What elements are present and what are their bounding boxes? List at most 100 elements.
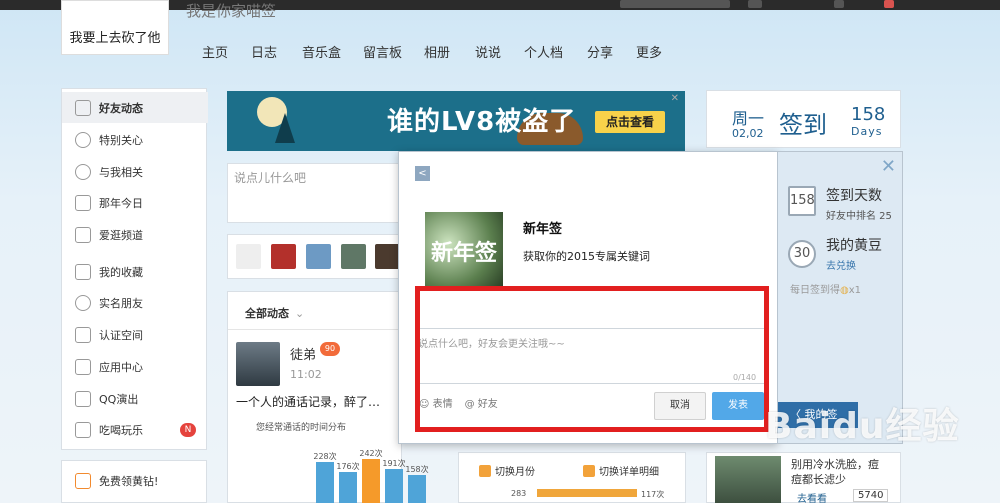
back-icon[interactable]: < (415, 166, 430, 181)
sign-thumbnail: 新年签 (425, 212, 503, 290)
checkin-days: 158 (851, 104, 886, 125)
sidebar-item-related[interactable]: 与我相关 (62, 156, 208, 187)
weekday: 周一 (732, 109, 765, 128)
go-look-link[interactable]: 去看看 (797, 490, 827, 503)
date: 02,02 (732, 127, 764, 140)
feed-text: 一个人的通话记录，醉了… (236, 395, 381, 409)
chevron-down-icon: ⌄ (295, 307, 305, 320)
beans-icon: 30 (788, 240, 816, 268)
profile-nickname: 我是你家喵签 (186, 2, 277, 20)
camera-icon (75, 226, 91, 243)
left-promo: 免费领黄钻! (61, 460, 207, 503)
food-icon (75, 421, 91, 438)
friend-avatar[interactable] (341, 244, 366, 269)
sidebar-item-channel[interactable]: 爱逛频道 (62, 219, 208, 250)
avatar-caption: 我要上去砍了他 (69, 31, 161, 46)
friend-avatar[interactable] (271, 244, 296, 269)
toolbar-search[interactable] (620, 0, 730, 8)
call-time-chart: 228次 176次 242次 191次 158次 (313, 442, 436, 503)
feed-username[interactable]: 徒弟 (290, 344, 316, 363)
heart-icon (75, 131, 91, 148)
days-label: Days (851, 125, 883, 138)
nav-shuoshuo[interactable]: 说说 (475, 42, 501, 61)
toolbar-icon[interactable] (748, 0, 762, 8)
chart-bar (362, 459, 380, 503)
close-icon[interactable]: ✕ (881, 156, 896, 177)
nav-profile[interactable]: 个人档 (524, 42, 563, 61)
friend-avatar[interactable] (375, 244, 400, 269)
switch-detail-button[interactable]: 切换详单明细 (583, 463, 659, 478)
feed-panel: 全部动态 ⌄ 徒弟 90 11:02 一个人的通话记录，醉了… 您经常通话的时间分… (227, 291, 429, 503)
banner-text: 谁的LV8被盗了 (387, 107, 577, 137)
checkin-card[interactable]: 周一 02,02 签到 158 Days (706, 90, 901, 148)
star-icon (75, 263, 91, 280)
bean-icon: ◍ (840, 285, 849, 296)
chart-bar (339, 472, 357, 503)
vip-badge: 90 (320, 342, 340, 356)
diamond-icon (75, 472, 91, 489)
tree-graphic (275, 113, 295, 143)
friends-icon (75, 99, 91, 116)
ticket-icon (75, 390, 91, 407)
chart-value-label: 176次 (336, 462, 360, 471)
friends-avatar-row (227, 234, 402, 279)
friend-avatar[interactable] (236, 244, 261, 269)
calendar-icon: 158 (788, 186, 816, 216)
sidebar-item-special-care[interactable]: 特别关心 (62, 124, 208, 155)
redeem-link[interactable]: 去兑换 (826, 257, 856, 272)
friend-avatar[interactable] (306, 244, 331, 269)
at-icon (75, 163, 91, 180)
switch-icon (583, 464, 595, 477)
chart-bar (316, 462, 334, 503)
nav-more[interactable]: 更多 (636, 42, 662, 61)
nav-guestbook[interactable]: 留言板 (363, 42, 402, 61)
dialog-title: 新年签 (523, 222, 563, 237)
sidebar-item-realname-friends[interactable]: 实名朋友 (62, 287, 208, 318)
chart-value-label: 158次 (405, 465, 429, 474)
nav-home[interactable]: 主页 (202, 42, 228, 61)
beans-title: 我的黄豆 (826, 238, 882, 254)
feed-header[interactable]: 全部动态 ⌄ (228, 292, 401, 330)
toolbar-icon[interactable] (834, 0, 844, 8)
sidebar-item-favorites[interactable]: 我的收藏 (62, 256, 208, 287)
nav-album[interactable]: 相册 (424, 42, 450, 61)
switch-icon (479, 464, 491, 477)
apps-icon (75, 358, 91, 375)
sidebar-item-qq-show[interactable]: QQ演出 (62, 383, 208, 414)
sidebar-item-this-day[interactable]: 那年今日 (62, 187, 208, 218)
sidebar-item-free-diamond[interactable]: 免费领黄钻! (62, 465, 208, 496)
sidebar-item-apps[interactable]: 应用中心 (62, 351, 208, 382)
profile-avatar[interactable]: 我要上去砍了他 (61, 0, 169, 55)
highlight-box (415, 286, 769, 432)
count-left: 283 (511, 489, 527, 498)
toolbar-notify-icon[interactable] (884, 0, 894, 8)
checkin-rank: 好友中排名 25 (826, 211, 892, 222)
post-input[interactable]: 说点儿什么吧 (227, 163, 402, 223)
ad-banner[interactable]: 谁的LV8被盗了 点击查看 ✕ (227, 91, 685, 151)
user-avatar[interactable] (236, 342, 280, 386)
chart-title: 您经常通话的时间分布 (256, 423, 347, 433)
nav-blog[interactable]: 日志 (251, 42, 277, 61)
left-sidebar: 好友动态 特别关心 与我相关 那年今日 爱逛频道 我的收藏 实名朋友 认证空间 … (61, 88, 208, 450)
stats-strip: 切换月份 切换详单明细 283 117次 (458, 452, 686, 503)
banner-view-button[interactable]: 点击查看 (595, 111, 665, 133)
sidebar-item-friend-feed[interactable]: 好友动态 (62, 92, 208, 123)
dialog-description: 获取你的2015专属关键词 (523, 250, 650, 263)
badge-icon (75, 326, 91, 343)
view-count: 5740 (853, 489, 889, 502)
close-icon[interactable]: ✕ (671, 93, 679, 104)
sidebar-item-verified[interactable]: 认证空间 (62, 319, 208, 350)
chart-bar (408, 475, 426, 503)
progress-bar (537, 489, 637, 497)
recommend-avatar[interactable] (715, 456, 781, 503)
daily-bonus: 每日签到得◍x1 (790, 285, 862, 296)
checkin-label: 签到 (779, 111, 827, 139)
watermark: Baidu经验 (765, 406, 960, 447)
sidebar-item-food[interactable]: 吃喝玩乐 N (62, 414, 208, 445)
count-right: 117次 (641, 490, 665, 499)
switch-month-button[interactable]: 切换月份 (479, 463, 535, 478)
checkin-days-title: 签到天数 (826, 188, 882, 204)
nav-share[interactable]: 分享 (587, 42, 613, 61)
chart-bar (385, 469, 403, 503)
nav-music[interactable]: 音乐盒 (302, 42, 341, 61)
